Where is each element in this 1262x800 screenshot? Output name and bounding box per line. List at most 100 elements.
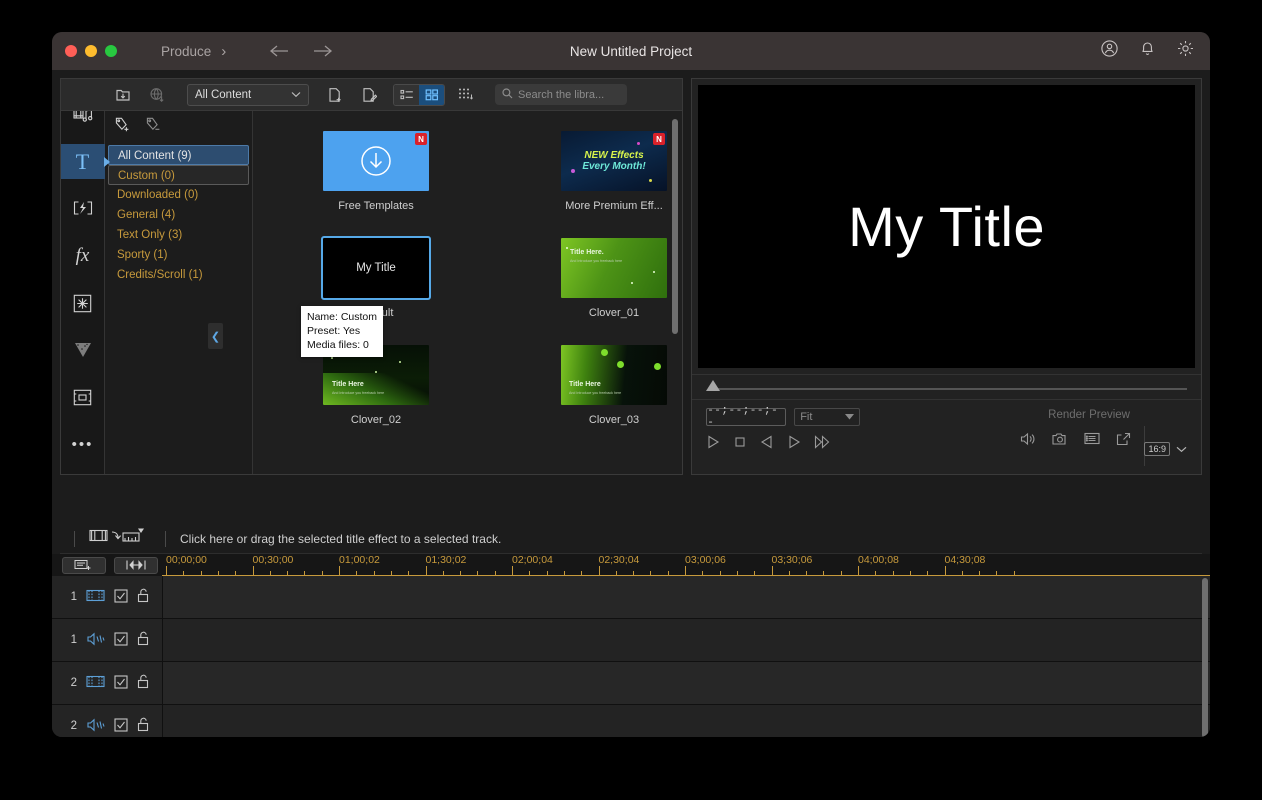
track-lane[interactable] (162, 705, 1210, 737)
grid-item-clover-03[interactable]: Title Here And Introduce you freeback he… (561, 345, 667, 426)
library-toolbar: All Content Search the libra... (61, 79, 683, 111)
grid-view-button[interactable] (419, 84, 444, 105)
sidebar-item-overlays[interactable] (61, 286, 105, 321)
video-track-icon (86, 589, 105, 605)
list-view-button[interactable] (394, 84, 419, 105)
display-options-icon[interactable] (1084, 432, 1100, 451)
track-enable-checkbox[interactable] (114, 717, 128, 735)
track-row[interactable]: 1 (52, 576, 1210, 619)
track-lock-icon[interactable] (137, 717, 150, 735)
add-to-track-icon[interactable] (89, 527, 151, 550)
track-lane[interactable] (162, 662, 1210, 704)
thumbnail: N (323, 131, 429, 191)
minimize-window-button[interactable] (85, 45, 97, 57)
collapse-sidebar-icon[interactable]: ❮ (208, 323, 223, 349)
grid-item-clover-02[interactable]: Title Here And Introduce you freeback he… (323, 345, 429, 426)
ruler-tick (183, 571, 185, 575)
grid-item-clover-01[interactable]: Title Here. And Introduce you freeback h… (561, 238, 667, 319)
thumbnail-title: Title Here. (570, 249, 604, 256)
track-number: 2 (70, 720, 77, 732)
video-preview[interactable]: My Title (698, 85, 1195, 368)
ruler-label: 03;30;06 (771, 554, 813, 566)
timeline-ruler-buttons (52, 554, 162, 576)
content-filter-select[interactable]: All Content (187, 83, 309, 106)
sidebar-item-more[interactable]: ••• (61, 427, 105, 462)
notifications-icon[interactable] (1140, 40, 1155, 62)
close-window-button[interactable] (65, 45, 77, 57)
mix-tracks-button[interactable] (114, 556, 158, 574)
ruler-tick (667, 571, 669, 575)
ruler-tick (961, 571, 963, 575)
preview-right-controls: Render Preview 16:9 (860, 400, 1201, 474)
new-item-icon[interactable] (321, 83, 349, 107)
sidebar-item-media-library[interactable] (61, 111, 105, 132)
produce-breadcrumb[interactable]: Produce › (161, 43, 226, 60)
tile-view-icon[interactable] (451, 83, 479, 107)
zoom-window-button[interactable] (105, 45, 117, 57)
remove-tag-icon[interactable] (145, 116, 163, 138)
grid-item-label: Clover_03 (588, 414, 640, 426)
sidebar-item-titles[interactable]: T (61, 144, 105, 180)
library-main: T fx ••• All Content (9) Custom (0) Down… (61, 111, 682, 474)
render-preview-button[interactable]: Render Preview (1047, 408, 1189, 422)
undo-icon[interactable] (268, 44, 290, 58)
settings-icon[interactable] (1177, 40, 1194, 62)
add-track-button[interactable] (62, 556, 106, 574)
track-lane[interactable] (162, 576, 1210, 618)
sidebar-item-split-screen[interactable] (61, 380, 105, 415)
category-item-downloaded[interactable]: Downloaded (0) (108, 185, 249, 205)
grid-item-free-templates[interactable]: N Free Templates (323, 131, 429, 212)
zoom-fit-select[interactable]: Fit (794, 408, 861, 426)
chevron-down-icon (291, 89, 301, 101)
track-lock-icon[interactable] (137, 674, 150, 692)
account-icon[interactable] (1101, 40, 1118, 62)
track-row[interactable]: 2 (52, 705, 1210, 737)
sidebar-item-particles[interactable] (61, 333, 105, 368)
edit-item-icon[interactable] (355, 83, 383, 107)
aspect-ratio-select[interactable]: 16:9 (1144, 440, 1187, 458)
previous-frame-button[interactable] (760, 435, 774, 454)
sidebar-item-effects[interactable]: fx (61, 238, 105, 273)
timeline-ruler[interactable]: 00;00;00 00;30;00 01;00;02 01;30;02 02;00;04… (162, 554, 1210, 576)
play-button[interactable] (706, 435, 720, 454)
thumbnail: NEW Effects Every Month! N (561, 131, 667, 191)
track-enable-checkbox[interactable] (114, 631, 128, 649)
ruler-label: 03;00;06 (685, 554, 726, 566)
track-row[interactable]: 1 (52, 619, 1210, 662)
scrubber[interactable] (692, 374, 1201, 400)
sidebar-item-transitions[interactable] (61, 191, 105, 226)
category-item-credits-scroll[interactable]: Credits/Scroll (1) (108, 265, 249, 285)
grid-scrollbar[interactable] (672, 119, 679, 334)
track-lock-icon[interactable] (137, 631, 150, 649)
library-rail: T fx ••• (61, 111, 105, 474)
detach-window-icon[interactable] (1116, 432, 1131, 451)
track-enable-checkbox[interactable] (114, 588, 128, 606)
track-number: 1 (70, 634, 77, 646)
search-input[interactable]: Search the libra... (495, 84, 627, 105)
category-item-general[interactable]: General (4) (108, 205, 249, 225)
ruler-tick (166, 566, 167, 575)
category-item-text-only[interactable]: Text Only (3) (108, 225, 249, 245)
category-item-sporty[interactable]: Sporty (1) (108, 245, 249, 265)
add-tag-icon[interactable] (114, 116, 132, 138)
grid-item-more-premium-effects[interactable]: NEW Effects Every Month! N More Premium … (561, 131, 667, 212)
category-item-all-content[interactable]: All Content (9) (108, 145, 249, 165)
volume-icon[interactable] (1020, 432, 1036, 451)
thumbnail: My Title (321, 236, 431, 300)
timecode-display[interactable]: --;--;--;-- (706, 405, 787, 429)
timeline-scrollbar[interactable] (1202, 578, 1208, 737)
track-enable-checkbox[interactable] (114, 674, 128, 692)
category-item-custom[interactable]: Custom (0) (108, 165, 249, 185)
track-row[interactable]: 2 (52, 662, 1210, 705)
download-from-web-icon[interactable] (143, 83, 171, 107)
track-lock-icon[interactable] (137, 588, 150, 606)
playhead-handle[interactable] (706, 380, 721, 391)
stop-button[interactable] (733, 435, 747, 454)
fast-forward-button[interactable] (814, 435, 831, 454)
track-lane[interactable] (162, 619, 1210, 661)
redo-icon[interactable] (312, 44, 334, 58)
snapshot-icon[interactable] (1052, 432, 1068, 451)
import-media-icon[interactable] (109, 83, 137, 107)
next-frame-button[interactable] (787, 435, 801, 454)
new-badge: N (415, 133, 427, 145)
